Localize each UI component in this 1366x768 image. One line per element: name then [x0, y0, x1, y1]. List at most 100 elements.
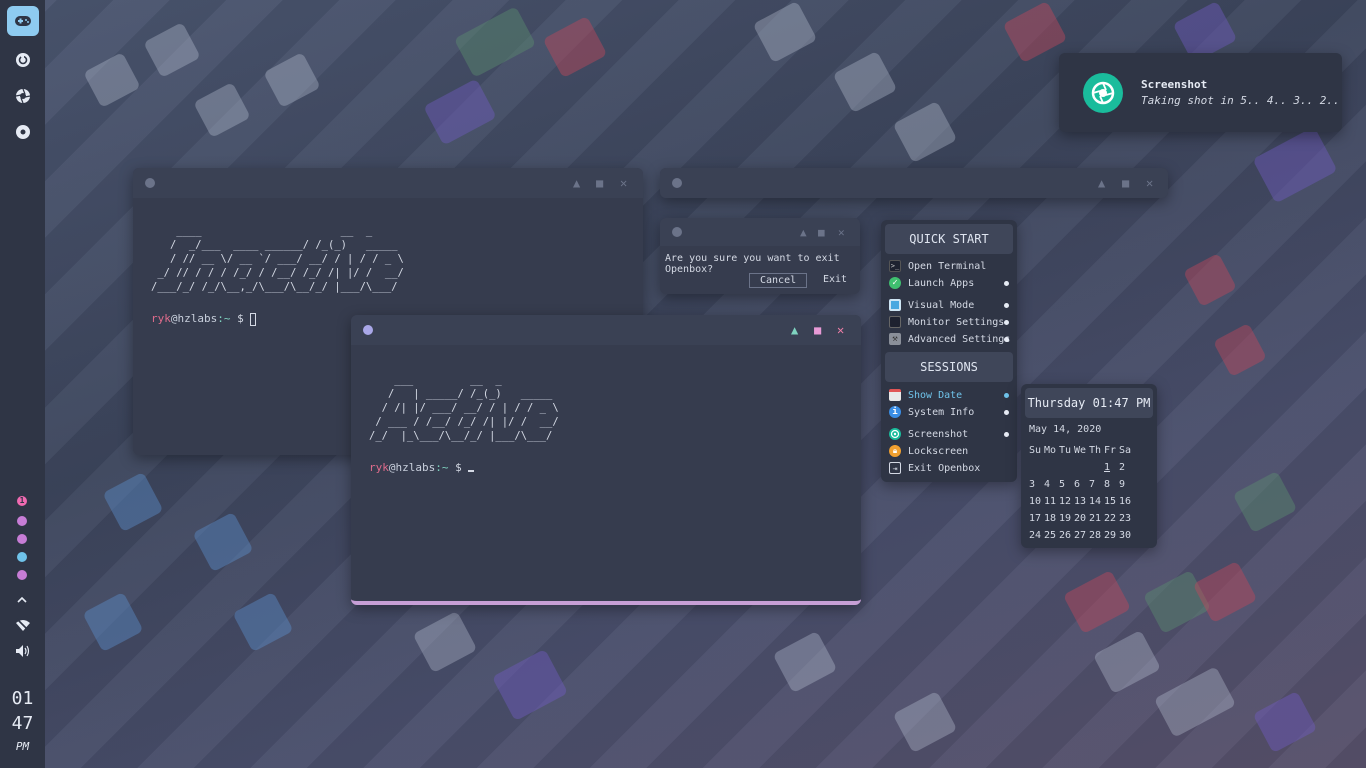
notification-body: Taking shot in 5.. 4.. 3.. 2.. — [1141, 94, 1340, 107]
workspace-1[interactable]: 1 — [17, 496, 27, 506]
wifi-off-icon — [16, 618, 30, 632]
minimize-button[interactable]: ■ — [818, 227, 825, 239]
dialog-titlebar[interactable]: ▲ ■ ✕ — [660, 218, 860, 246]
calendar-grid: Su Mo Tu We Th Fr Sa 1 2 3 4 5 6 7 8 9 10 11 12 13 14 15 16 17 1… — [1029, 442, 1134, 544]
calendar-day[interactable]: 12 — [1059, 493, 1074, 510]
media-button[interactable] — [13, 122, 33, 142]
calendar-day[interactable]: 22 — [1104, 510, 1119, 527]
calendar-day[interactable]: 10 — [1029, 493, 1044, 510]
openbox-root-menu[interactable]: QUICK START >_ Open Terminal ✓ Launch Ap… — [881, 220, 1017, 482]
camera-aperture-icon — [1091, 81, 1115, 105]
maximize-button[interactable]: ▲ — [1098, 177, 1105, 189]
calendar-day[interactable]: 14 — [1089, 493, 1104, 510]
menu-item-advanced-settings[interactable]: ⚒ Advanced Settings — [889, 331, 1011, 347]
maximize-button[interactable]: ▲ — [573, 177, 580, 189]
refresh-button[interactable] — [13, 50, 33, 70]
menu-item-label: Screenshot — [908, 428, 969, 440]
app-launcher-button[interactable] — [6, 6, 39, 36]
volume-button[interactable] — [15, 644, 31, 658]
submenu-indicator — [1004, 431, 1009, 437]
calendar-day[interactable]: 21 — [1089, 510, 1104, 527]
network-button[interactable] — [15, 618, 31, 632]
close-button[interactable]: ✕ — [1146, 177, 1153, 189]
workspace-3[interactable] — [17, 534, 27, 544]
calendar-day[interactable]: 20 — [1074, 510, 1089, 527]
window-menu-button[interactable] — [672, 178, 682, 188]
close-button[interactable]: ✕ — [620, 177, 627, 189]
calendar-day[interactable]: 28 — [1089, 527, 1104, 544]
submenu-indicator — [1004, 280, 1009, 286]
menu-item-system-info[interactable]: i System Info — [889, 404, 1011, 420]
close-button[interactable]: ✕ — [838, 227, 845, 239]
camera-aperture-icon — [889, 428, 901, 440]
menu-item-visual-mode[interactable]: Visual Mode — [889, 297, 1011, 313]
gamepad-icon — [14, 16, 31, 26]
workspace-5[interactable] — [17, 570, 27, 580]
exit-openbox-dialog[interactable]: ▲ ■ ✕ Are you sure you want to exit Open… — [660, 218, 860, 294]
background-window[interactable]: ▲ ■ ✕ — [660, 168, 1168, 198]
menu-item-exit-openbox[interactable]: ⇥ Exit Openbox — [889, 460, 1011, 476]
minimize-button[interactable]: ■ — [596, 177, 603, 189]
calendar-day[interactable]: 23 — [1119, 510, 1134, 527]
menu-item-label: Launch Apps — [908, 277, 975, 289]
calendar-day[interactable]: 2 — [1119, 459, 1134, 476]
terminal-window-front[interactable]: ▲ ■ ✕ ___ __ _ / | _____/ /_(_) _____ / … — [351, 315, 861, 605]
calendar-day[interactable]: 16 — [1119, 493, 1134, 510]
camera-aperture-icon — [15, 88, 30, 104]
calendar-day[interactable]: 30 — [1119, 527, 1134, 544]
menu-item-monitor-settings[interactable]: Monitor Settings — [889, 314, 1011, 330]
calendar-day[interactable]: 11 — [1044, 493, 1059, 510]
submenu-indicator — [1004, 392, 1009, 398]
minimize-button[interactable]: ■ — [814, 324, 821, 336]
menu-item-open-terminal[interactable]: >_ Open Terminal — [889, 258, 1011, 274]
calendar-day[interactable]: 26 — [1059, 527, 1074, 544]
calendar-day[interactable]: 25 — [1044, 527, 1059, 544]
shell-prompt[interactable]: ryk@hzlabs:~ $ — [369, 461, 843, 474]
calendar-day[interactable]: 4 — [1044, 476, 1059, 493]
calendar-day[interactable]: 6 — [1074, 476, 1089, 493]
calendar-day[interactable]: 24 — [1029, 527, 1044, 544]
tray-expand-button[interactable] — [16, 594, 28, 606]
menu-item-screenshot[interactable]: Screenshot — [889, 426, 1011, 442]
titlebar[interactable]: ▲ ■ ✕ — [351, 315, 861, 345]
workspace-4[interactable] — [17, 552, 27, 562]
calendar-day[interactable]: 15 — [1104, 493, 1119, 510]
window-menu-button[interactable] — [363, 325, 373, 335]
ascii-banner: ___ __ _ / | _____/ /_(_) _____ / /| |/ … — [369, 374, 559, 442]
calendar-day[interactable]: 29 — [1104, 527, 1119, 544]
calendar-day[interactable]: 19 — [1059, 510, 1074, 527]
maximize-button[interactable]: ▲ — [800, 227, 807, 239]
calendar-day[interactable]: 27 — [1074, 527, 1089, 544]
calendar-day[interactable]: 5 — [1059, 476, 1074, 493]
minimize-button[interactable]: ■ — [1122, 177, 1129, 189]
clock-ampm: PM — [15, 740, 30, 753]
calendar-day[interactable]: 1 — [1104, 459, 1119, 476]
cancel-button[interactable]: Cancel — [749, 273, 808, 288]
menu-item-show-date[interactable]: Show Date — [889, 387, 1011, 403]
calendar-day[interactable]: 13 — [1074, 493, 1089, 510]
notification-popup[interactable]: Screenshot Taking shot in 5.. 4.. 3.. 2.… — [1059, 53, 1342, 132]
titlebar[interactable]: ▲ ■ ✕ — [133, 168, 643, 198]
screenshot-button[interactable] — [13, 86, 33, 106]
calendar-day[interactable]: 7 — [1089, 476, 1104, 493]
calendar-day[interactable]: 18 — [1044, 510, 1059, 527]
window-menu-button[interactable] — [672, 227, 682, 237]
exit-button[interactable]: Exit — [813, 273, 857, 286]
terminal-icon: >_ — [889, 260, 901, 272]
menu-item-launch-apps[interactable]: ✓ Launch Apps — [889, 275, 1011, 291]
close-button[interactable]: ✕ — [837, 324, 844, 336]
menu-item-label: Open Terminal — [908, 260, 987, 272]
calendar-popup[interactable]: Thursday 01:47 PM May 14, 2020 Su Mo Tu We T… — [1021, 384, 1157, 548]
calendar-day-empty — [1074, 459, 1089, 476]
calendar-day[interactable]: 3 — [1029, 476, 1044, 493]
menu-item-lockscreen[interactable]: 🔒︎ Lockscreen — [889, 443, 1011, 459]
calendar-day[interactable]: 17 — [1029, 510, 1044, 527]
calendar-day[interactable]: 8 — [1104, 476, 1119, 493]
calendar-day[interactable]: 9 — [1119, 476, 1134, 493]
window-menu-button[interactable] — [145, 178, 155, 188]
titlebar[interactable]: ▲ ■ ✕ — [660, 168, 1168, 198]
maximize-button[interactable]: ▲ — [791, 324, 798, 336]
menu-item-label: Monitor Settings — [908, 316, 1005, 328]
menu-item-label: Advanced Settings — [908, 333, 1011, 345]
workspace-2[interactable] — [17, 516, 27, 526]
